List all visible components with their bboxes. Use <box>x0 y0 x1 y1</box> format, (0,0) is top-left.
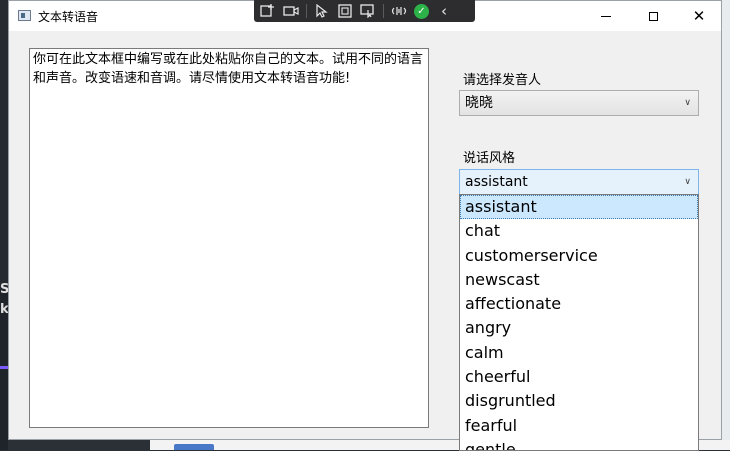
maximize-button[interactable] <box>630 1 676 31</box>
style-option[interactable]: calm <box>460 341 698 365</box>
confirm-check-icon[interactable]: ✓ <box>414 3 429 19</box>
style-option[interactable]: gentle <box>460 438 698 450</box>
region-icon[interactable] <box>337 4 353 18</box>
minimize-icon <box>601 15 611 17</box>
window-select-icon[interactable] <box>360 4 376 19</box>
style-option[interactable]: affectionate <box>460 292 698 316</box>
desktop-accent-line <box>0 366 8 369</box>
close-icon: ✕ <box>692 6 706 25</box>
close-button[interactable]: ✕ <box>676 1 722 31</box>
text-input-area[interactable]: 你可在此文本框中编写或在此处粘贴你自己的文本。试用不同的语言和声音。改变语速和音… <box>29 48 429 428</box>
style-option[interactable]: fearful <box>460 414 698 438</box>
voice-label: 请选择发音人 <box>463 73 542 88</box>
style-option[interactable]: assistant <box>460 195 698 220</box>
style-option[interactable]: newscast <box>460 268 698 292</box>
desktop-background-panel <box>0 0 8 290</box>
toolbar-divider <box>306 4 307 18</box>
window-title: 文本转语音 <box>38 10 99 24</box>
style-option[interactable]: cheerful <box>460 365 698 389</box>
desktop-background-right <box>722 0 730 450</box>
style-label: 说话风格 <box>463 151 516 166</box>
style-option[interactable]: disgruntled <box>460 389 698 413</box>
style-option[interactable]: chat <box>460 219 698 243</box>
video-icon[interactable] <box>283 4 299 18</box>
toolbar-divider <box>383 4 384 18</box>
style-dropdown-list[interactable]: assistant chat customerservice newscast … <box>459 194 699 451</box>
background-window-text: S k <box>0 282 10 317</box>
capture-toolbar: ✓ ‹ <box>254 0 475 22</box>
select-cursor-icon[interactable] <box>314 3 330 18</box>
style-select-value: assistant <box>465 174 528 190</box>
style-select[interactable]: assistant ∨ <box>459 169 699 195</box>
voice-select[interactable]: 晓晓 ∨ <box>459 90 699 116</box>
chevron-down-icon: ∨ <box>684 177 691 187</box>
audio-icon[interactable] <box>391 4 407 18</box>
tts-window: 文本转语音 ✕ 你可在此文本框中编写或在此处粘贴你自己的文本。试用不同的语言和声… <box>8 0 722 451</box>
collapse-chevron-icon[interactable]: ‹ <box>436 4 452 19</box>
style-option[interactable]: angry <box>460 316 698 340</box>
minimize-button[interactable] <box>583 1 629 31</box>
voice-select-value: 晓晓 <box>465 95 493 111</box>
style-option[interactable]: customerservice <box>460 244 698 268</box>
maximize-icon <box>648 11 658 21</box>
background-app-icon <box>174 444 214 450</box>
chevron-down-icon: ∨ <box>684 98 691 108</box>
add-frame-icon[interactable] <box>260 4 276 18</box>
app-icon <box>18 10 31 21</box>
